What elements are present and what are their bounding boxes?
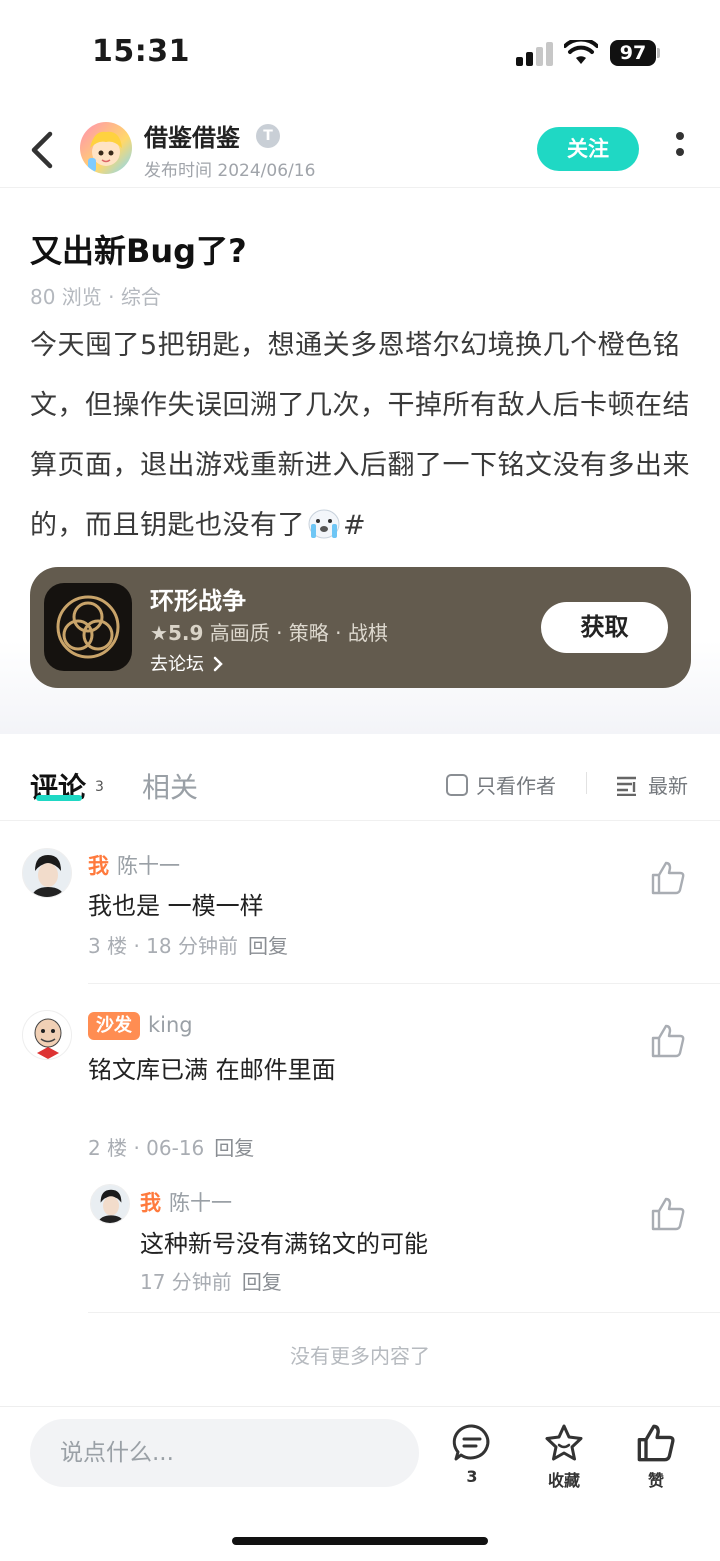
game-logo-icon xyxy=(44,583,132,671)
back-arrow-icon[interactable] xyxy=(26,128,60,172)
comment-floor-time: 3 楼 · 18 分钟前 xyxy=(88,934,238,958)
only-author-toggle[interactable]: 只看作者 xyxy=(446,770,556,799)
reply-author-line: 我陈十一 xyxy=(140,1187,232,1217)
post-title: 又出新Bug了? xyxy=(30,232,247,270)
reply-button[interactable]: 回复 xyxy=(214,1136,254,1160)
tab-related[interactable]: 相关 xyxy=(142,766,198,806)
game-tags: 高画质 · 策略 · 战棋 xyxy=(209,621,388,645)
post-body: 今天囤了5把钥匙，想通关多恩塔尔幻境换几个橙色铭文，但操作失误回溯了几次，干掉所… xyxy=(30,316,694,556)
author-name[interactable]: 借鉴借鉴 xyxy=(144,118,240,153)
sort-list-icon xyxy=(617,776,636,796)
follow-button[interactable]: 关注 xyxy=(537,127,639,171)
divider xyxy=(88,1312,720,1313)
avatar[interactable] xyxy=(90,1184,130,1224)
sofa-tag: 沙发 xyxy=(88,1012,140,1040)
comment-button[interactable]: 3 xyxy=(442,1423,502,1486)
comment-author-line: 我陈十一 xyxy=(88,850,180,880)
comment-tabs: 评论 3 相关 只看作者 最新 xyxy=(0,734,720,821)
more-options-icon[interactable] xyxy=(674,132,686,166)
comment-text: 我也是 一模一样 xyxy=(88,892,264,920)
star-icon xyxy=(545,1424,583,1461)
sort-label: 最新 xyxy=(648,774,688,798)
post-hashtag[interactable]: # xyxy=(343,510,366,541)
comment-username[interactable]: 陈十一 xyxy=(117,854,180,878)
publish-time: 发布时间 2024/06/16 xyxy=(144,161,316,181)
reply-time: 17 分钟前 xyxy=(140,1270,232,1294)
reply-username[interactable]: 陈十一 xyxy=(169,1191,232,1215)
forum-link-label: 去论坛 xyxy=(150,654,204,675)
comments-count: 3 xyxy=(95,779,104,795)
comment-meta: 2 楼 · 06-16 回复 xyxy=(88,1132,254,1161)
divider xyxy=(88,983,720,984)
battery-indicator: 97 xyxy=(610,40,656,66)
comment-floor-time: 2 楼 · 06-16 xyxy=(88,1136,205,1160)
reply-text: 这种新号没有满铭文的可能 xyxy=(140,1230,428,1258)
thumbs-up-icon[interactable] xyxy=(650,860,686,896)
avatar[interactable] xyxy=(22,848,72,898)
thumbs-up-icon[interactable] xyxy=(650,1196,686,1232)
comment-bubble-icon xyxy=(452,1424,490,1461)
sort-button[interactable]: 最新 xyxy=(616,770,688,799)
comment-count: 3 xyxy=(466,1467,478,1486)
cellular-signal-icon xyxy=(516,42,554,66)
active-tab-indicator xyxy=(36,795,82,801)
comment-text: 铭文库已满 在邮件里面 xyxy=(88,1056,336,1084)
reply-meta: 17 分钟前 回复 xyxy=(140,1266,282,1295)
comment-meta: 3 楼 · 18 分钟前 回复 xyxy=(88,930,288,959)
reply-button[interactable]: 回复 xyxy=(242,1270,282,1294)
favorite-button[interactable]: 收藏 xyxy=(534,1423,594,1491)
like-label: 赞 xyxy=(647,1471,664,1490)
game-rating: 5.9 xyxy=(167,621,204,645)
me-tag: 我 xyxy=(88,854,109,878)
divider xyxy=(586,772,587,794)
wifi-icon xyxy=(564,40,598,64)
thumbs-up-icon xyxy=(637,1424,675,1462)
battery-tip xyxy=(657,48,660,58)
game-info: ★5.9 高画质 · 策略 · 战棋 xyxy=(150,617,388,646)
checkbox-icon[interactable] xyxy=(446,774,468,796)
comment-input[interactable] xyxy=(30,1419,419,1487)
comment-username[interactable]: king xyxy=(148,1013,193,1037)
crying-emoji-icon xyxy=(308,509,340,539)
reply-button[interactable]: 回复 xyxy=(248,934,288,958)
avatar[interactable] xyxy=(22,1010,72,1060)
thumbs-up-icon[interactable] xyxy=(650,1023,686,1059)
game-card[interactable]: 环形战争 ★5.9 高画质 · 策略 · 战棋 去论坛 获取 xyxy=(30,567,691,688)
game-name: 环形战争 xyxy=(150,587,246,615)
verify-badge-icon: T xyxy=(256,124,280,148)
go-to-forum-link[interactable]: 去论坛 xyxy=(150,650,224,676)
status-bar: 15:31 97 xyxy=(0,0,720,100)
post-header: 借鉴借鉴 T 发布时间 2024/06/16 关注 xyxy=(0,112,720,188)
comment-author-line: 沙发 king xyxy=(88,1012,193,1040)
favorite-label: 收藏 xyxy=(547,1471,580,1490)
star-icon: ★ xyxy=(150,621,168,645)
me-tag: 我 xyxy=(140,1191,161,1215)
like-button[interactable]: 赞 xyxy=(626,1423,686,1491)
author-avatar[interactable] xyxy=(80,122,132,174)
post-meta: 80 浏览 · 综合 xyxy=(30,285,161,309)
only-author-label: 只看作者 xyxy=(476,774,556,798)
home-indicator[interactable] xyxy=(232,1537,488,1545)
chevron-right-icon xyxy=(213,656,223,672)
no-more-content: 没有更多内容了 xyxy=(290,1344,430,1368)
get-game-button[interactable]: 获取 xyxy=(541,602,668,653)
status-time: 15:31 xyxy=(92,34,190,69)
